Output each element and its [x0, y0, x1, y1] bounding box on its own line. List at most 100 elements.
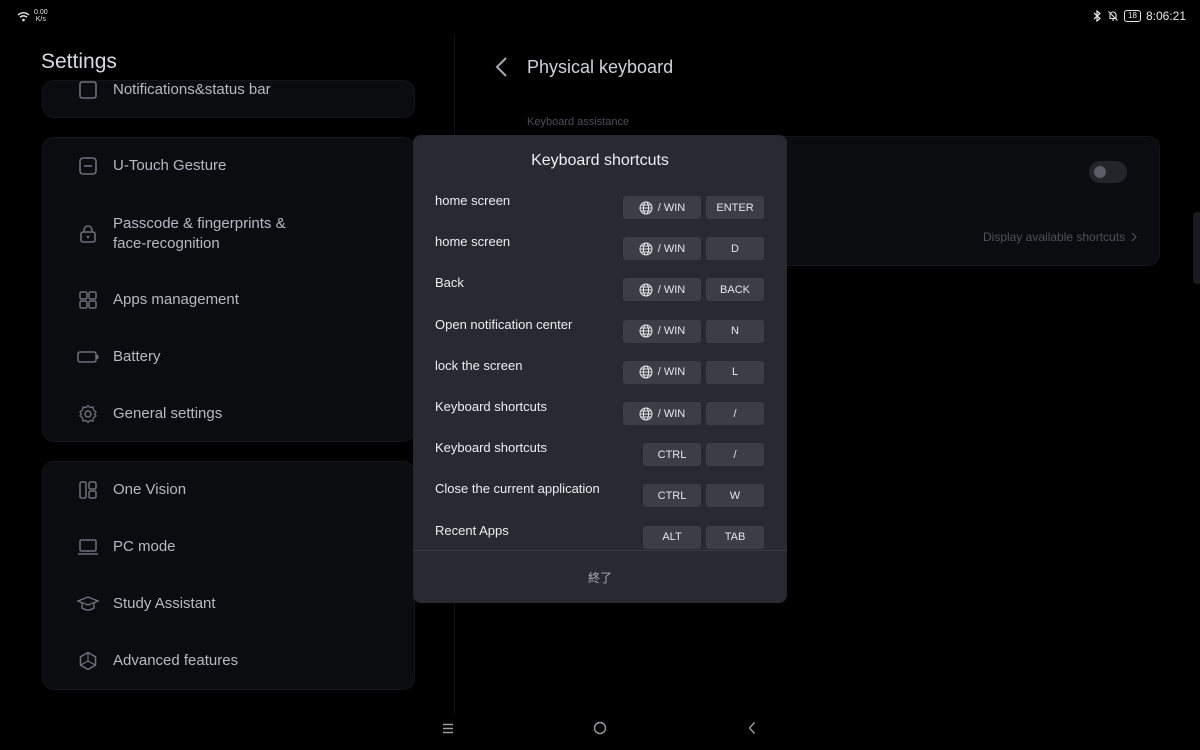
- lock-icon: [77, 223, 99, 245]
- shortcut-action-key: D: [706, 237, 764, 261]
- win-key-content: / WIN: [639, 201, 686, 215]
- win-key-content: / WIN: [639, 365, 685, 379]
- sidebar-item-label: Notifications&status bar: [113, 81, 271, 98]
- globe-icon: [639, 242, 653, 256]
- display-shortcuts-label: Display available shortcuts: [983, 230, 1126, 244]
- shortcut-modifier-key: / WIN: [623, 402, 701, 425]
- shortcut-modifier-key: CTRL: [643, 443, 701, 467]
- notifications-off-icon: [1108, 11, 1118, 21]
- chevron-right-icon: [1131, 232, 1137, 242]
- modifier-label: / WIN: [657, 407, 686, 420]
- battery-level: 18: [1124, 10, 1141, 22]
- done-button[interactable]: 終了: [413, 551, 787, 603]
- globe-icon: [639, 365, 653, 379]
- back-arrow-icon: [748, 722, 756, 734]
- notifications-icon: [77, 81, 99, 101]
- sidebar-item-label: Advanced features: [113, 652, 239, 669]
- shortcut-action-key: TAB: [706, 525, 764, 549]
- shortcut-row: Keyboard shortcuts CTRL /: [413, 440, 787, 481]
- shortcut-modifier-key: / WIN: [623, 278, 701, 302]
- shortcut-row: lock the screen / WIN L: [413, 358, 787, 399]
- sidebar-item-pc-mode[interactable]: PC mode: [43, 527, 414, 567]
- shortcut-row: Close the current application CTRL W: [413, 481, 787, 522]
- status-bar: 0.00 K/s 18 8:06:21: [0, 0, 1200, 34]
- sidebar-item-label: Study Assistant: [113, 595, 216, 612]
- sidebar-item-general-settings[interactable]: General settings: [43, 394, 414, 434]
- dialog-title: Keyboard shortcuts: [531, 152, 669, 169]
- modifier-label: / WIN: [657, 201, 686, 214]
- win-key-content: / WIN: [639, 283, 685, 297]
- keyboard-assistance-toggle[interactable]: [1089, 161, 1127, 183]
- win-key-content: / WIN: [639, 242, 686, 256]
- home-circle-icon: [593, 721, 607, 735]
- gear-icon: [77, 403, 99, 425]
- side-panel-handle[interactable]: [1193, 212, 1200, 284]
- sidebar-item-battery[interactable]: Battery: [43, 337, 414, 377]
- display-shortcuts-link[interactable]: Display available shortcuts: [983, 230, 1137, 244]
- modifier-label: / WIN: [657, 242, 686, 255]
- sidebar-item-u-touch-gesture[interactable]: U-Touch Gesture: [43, 146, 414, 186]
- one-vision-icon: [77, 479, 99, 501]
- shortcut-label: Close the current application: [435, 481, 600, 497]
- shortcut-action-key: /: [706, 402, 764, 425]
- modifier-label: / WIN: [657, 325, 686, 338]
- sidebar-item-notifications[interactable]: Notifications&status bar: [43, 81, 414, 105]
- shortcut-row: home screen / WIN ENTER: [413, 193, 787, 234]
- menu-icon: [443, 723, 453, 733]
- shortcut-label: Recent Apps: [435, 522, 509, 538]
- clock: 8:06:21: [1145, 9, 1186, 23]
- sidebar-item-label: Apps management: [113, 291, 239, 308]
- shortcut-modifier-key: CTRL: [643, 484, 701, 508]
- settings-card-features: One Vision PC mode Study Assistant Advan…: [42, 461, 415, 690]
- globe-icon: [639, 407, 653, 420]
- nav-home-button[interactable]: [591, 719, 609, 737]
- shortcut-action-key: BACK: [706, 278, 764, 302]
- network-speed: 0.00 K/s: [34, 9, 48, 23]
- sidebar-item-passcode[interactable]: Passcode & fingerprints & face-recogniti…: [43, 210, 414, 258]
- shortcut-label: home screen: [435, 234, 511, 250]
- graduation-cap-icon: [77, 593, 99, 615]
- shortcut-modifier-key: / WIN: [623, 360, 701, 384]
- shortcut-action-key: /: [706, 443, 764, 467]
- sidebar-item-one-vision[interactable]: One Vision: [43, 470, 414, 510]
- shortcut-label: Open notification center: [435, 316, 573, 332]
- network-speed-unit: K/s: [35, 16, 46, 23]
- shortcut-row: Open notification center / WIN N: [413, 317, 787, 358]
- shortcut-action-key: W: [706, 484, 764, 508]
- settings-card-personal: U-Touch Gesture Passcode & fingerprints …: [42, 137, 415, 442]
- shortcut-modifier-key: ALT: [643, 525, 701, 549]
- nav-menu-button[interactable]: [439, 719, 457, 737]
- shortcut-row: Back / WIN BACK: [413, 275, 787, 316]
- shortcut-label: Keyboard shortcuts: [435, 399, 548, 414]
- sidebar-item-advanced-features[interactable]: Advanced features: [43, 641, 414, 681]
- hexagon-icon: [77, 650, 99, 672]
- shortcut-modifier-key: / WIN: [623, 319, 701, 343]
- status-left: 0.00 K/s: [17, 9, 48, 23]
- section-caption: Keyboard assistance: [527, 116, 630, 128]
- shortcut-modifier-key: / WIN: [623, 237, 701, 261]
- sidebar-item-label: One Vision: [113, 481, 187, 498]
- settings-title: Settings: [41, 50, 117, 73]
- shortcut-modifier-key: / WIN: [623, 196, 701, 219]
- globe-icon: [639, 201, 653, 214]
- sidebar-item-label: U-Touch Gesture: [113, 157, 227, 174]
- back-chevron-icon[interactable]: [493, 56, 513, 78]
- shortcut-label: Keyboard shortcuts: [435, 440, 548, 456]
- page-title: Physical keyboard: [527, 57, 674, 77]
- laptop-icon: [77, 536, 99, 558]
- shortcut-action-key: L: [706, 360, 764, 384]
- globe-icon: [639, 324, 653, 338]
- sidebar-item-study-assistant[interactable]: Study Assistant: [43, 584, 414, 624]
- sidebar-item-label: General settings: [113, 405, 223, 422]
- wifi-icon: [17, 11, 30, 21]
- win-key-content: / WIN: [639, 407, 686, 421]
- battery-icon: [77, 346, 99, 368]
- settings-card-top: Notifications&status bar: [42, 80, 415, 118]
- sidebar-item-label: Passcode & fingerprints & face-recogniti…: [113, 215, 286, 252]
- network-speed-value: 0.00: [34, 9, 48, 16]
- sidebar-item-label: PC mode: [113, 538, 176, 555]
- status-right: 18 8:06:21: [1093, 9, 1186, 23]
- keyboard-shortcuts-dialog: Keyboard shortcuts home screen / WIN ENTER…: [413, 135, 787, 603]
- nav-back-button[interactable]: [743, 719, 761, 737]
- sidebar-item-apps-management[interactable]: Apps management: [43, 280, 414, 320]
